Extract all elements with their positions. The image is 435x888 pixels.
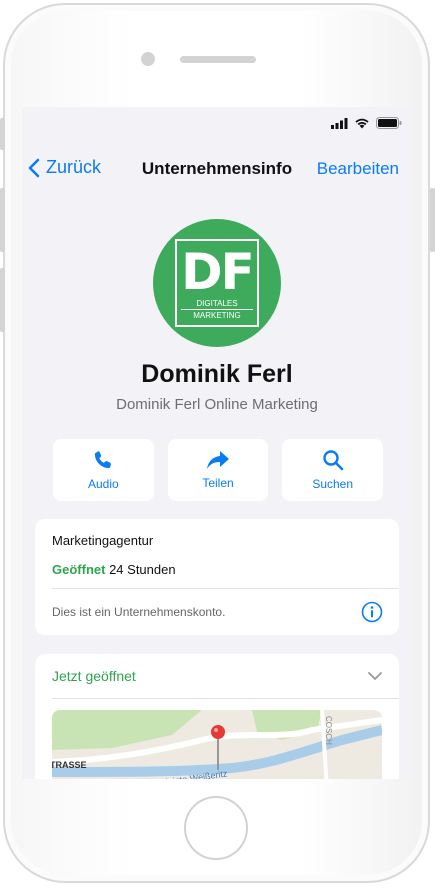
audio-label: Audio [87,477,119,491]
mute-switch [0,118,5,150]
phone-icon [95,451,112,469]
business-logo: DF DIGITALES MARKETING [153,219,281,347]
screen: Zurück Unternehmensinfo Bearbeiten DF DI… [22,107,412,779]
info-divider [52,588,399,589]
map-street-label: TRASSE [52,760,87,770]
status-bar [331,117,402,129]
map-side-label: COSCH [324,716,333,745]
earpiece-speaker [180,56,256,63]
business-subtitle: Dominik Ferl Online Marketing [116,396,318,413]
audio-call-button[interactable]: Audio [53,439,154,501]
front-camera [141,52,155,66]
edit-button[interactable]: Bearbeiten [317,159,399,179]
logo-line-2: MARKETING [193,311,241,320]
search-label: Suchen [312,477,354,491]
share-label: Teilen [202,476,234,490]
info-card: Marketingagentur Geöffnet 24 Stunden Die… [35,519,399,635]
open-now-label[interactable]: Jetzt geöffnet [52,668,136,684]
logo-line-1: DIGITALES [181,299,253,310]
volume-up-button [0,188,5,252]
action-row: Audio Teilen Suchen [53,439,384,501]
navigation-bar: Zurück Unternehmensinfo Bearbeiten [22,147,412,191]
hours-card: Jetzt geöffnet TRASSE Vereinigte Weißeri… [35,654,399,779]
business-name: Dominik Ferl [141,360,293,388]
open-status-badge: Geöffnet [52,562,106,577]
signal-icon [331,117,348,129]
hours-divider [52,698,399,699]
category-text: Marketingagentur [52,533,154,548]
business-account-note: Dies ist ein Unternehmenskonto. [52,605,226,619]
power-button [430,188,435,252]
volume-down-button [0,268,5,332]
location-map[interactable]: TRASSE Vereinigte Weißeritz COSCH [52,710,382,779]
home-button[interactable] [184,796,248,860]
wifi-icon [355,118,369,129]
chevron-down-icon[interactable] [367,668,383,684]
info-icon[interactable] [361,601,383,623]
search-icon [322,450,343,471]
logo-frame: DF DIGITALES MARKETING [175,239,259,327]
hours-text: 24 Stunden [109,562,176,577]
battery-icon [376,117,402,129]
map-graphic: TRASSE Vereinigte Weißeritz COSCH [52,710,382,779]
logo-letters: DF [181,243,255,301]
share-button[interactable]: Teilen [167,439,269,501]
search-button[interactable]: Suchen [282,439,384,501]
share-icon [207,451,229,469]
opening-status: Geöffnet 24 Stunden [52,562,176,577]
